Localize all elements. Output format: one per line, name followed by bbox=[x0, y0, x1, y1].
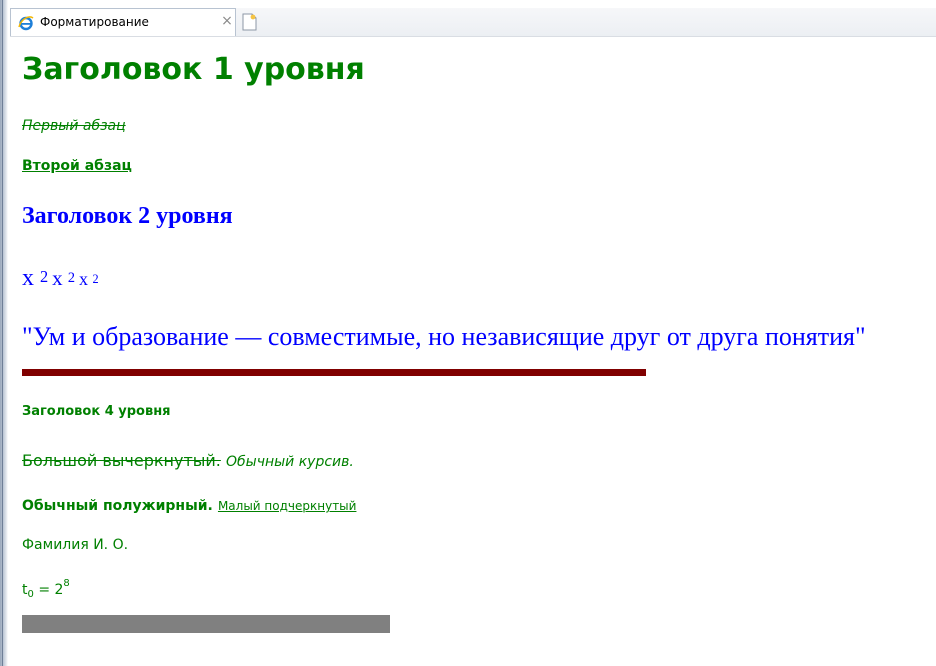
tab-title: Форматирование bbox=[40, 15, 149, 29]
author-name: Фамилия И. О. bbox=[22, 537, 129, 553]
paragraph-first: Первый абзац bbox=[22, 118, 126, 134]
new-tab-icon[interactable] bbox=[242, 13, 258, 31]
ie-icon bbox=[18, 15, 34, 31]
heading-level-4: Заголовок 4 уровня bbox=[22, 404, 171, 419]
bold-underline-line: Обычный полужирный. Малый подчеркнутый bbox=[22, 495, 356, 514]
tab-bar: Форматирование × bbox=[10, 8, 936, 37]
power-large: x 2 bbox=[22, 265, 49, 291]
power-medium: x 2 bbox=[52, 266, 76, 290]
heading-level-2: Заголовок 2 уровня bbox=[22, 203, 233, 229]
heading-level-1: Заголовок 1 уровня bbox=[22, 52, 365, 87]
superscript-line: x 2 x 2 x 2 bbox=[22, 265, 99, 292]
big-strikethrough-text: Большой вычеркнутый. bbox=[22, 451, 221, 470]
bold-text: Обычный полужирный. bbox=[22, 498, 213, 514]
quote-text: "Ум и образование — совместимые, но неза… bbox=[22, 322, 866, 351]
small-underlined-text: Малый подчеркнутый bbox=[217, 499, 357, 513]
formula-line: t0 = 28 bbox=[22, 578, 70, 600]
horizontal-rule-dark-red bbox=[22, 369, 646, 376]
window-left-frame bbox=[0, 0, 8, 666]
italic-text: Обычный курсив. bbox=[225, 454, 354, 470]
horizontal-rule-gray bbox=[22, 615, 390, 633]
paragraph-second: Второй абзац bbox=[22, 158, 132, 174]
power-small: x 2 bbox=[79, 269, 99, 289]
close-icon[interactable]: × bbox=[219, 13, 235, 29]
tab-formatting[interactable]: Форматирование × bbox=[10, 8, 236, 36]
strike-italic-line: Большой вычеркнутый. Обычный курсив. bbox=[22, 451, 354, 470]
